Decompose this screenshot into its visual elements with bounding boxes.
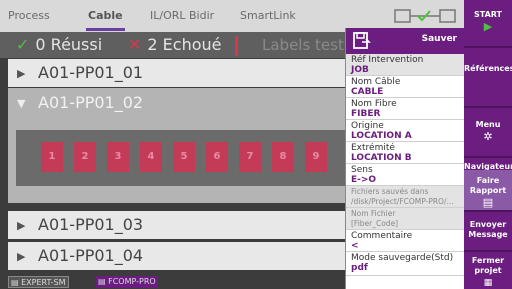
right-sidebar: START ▶ Références Menu ✲ Navigateur de …: [464, 0, 512, 289]
cable-connection-icon: [394, 9, 456, 23]
expand-arrow-icon: ▶: [17, 67, 26, 80]
fiber-row-03[interactable]: ▶ A01-PP01_03: [8, 211, 345, 239]
grid-icon: ▦: [483, 278, 493, 288]
row-name: A01-PP01_04: [38, 246, 144, 265]
field-saved-files-dir: Fichiers sauvés dans /disk/Project/FCOMP…: [346, 186, 465, 208]
close-project-button[interactable]: Fermer projet ▦: [464, 252, 512, 289]
save-icon: [353, 32, 371, 49]
expand-arrow-icon: ▶: [17, 250, 26, 263]
field-cable-name[interactable]: Nom Câble CABLE: [346, 76, 465, 98]
row-name: A01-PP01_01: [38, 63, 144, 82]
fiber-strip: 1 2 3 4 5 6 7 8 9: [16, 130, 345, 186]
fiber-row-02-details: 1 2 3 4 5 6 7 8 9: [8, 118, 345, 203]
test-status-bar: ✓ 0 Réussi ✕ 2 Echoué Labels test: [0, 32, 345, 58]
collapse-arrow-icon: ▼: [17, 97, 26, 110]
field-ref-intervention[interactable]: Réf Intervention JOB: [346, 54, 465, 76]
field-save-mode[interactable]: Mode sauvegarde(Std) pdf: [346, 252, 465, 276]
expand-arrow-icon: ▶: [17, 219, 26, 232]
fiber-cell[interactable]: 3: [107, 142, 129, 172]
fiber-cell[interactable]: 8: [272, 142, 294, 172]
tab-il-orl-bidir[interactable]: IL/ORL Bidir: [150, 9, 214, 22]
send-message-button[interactable]: Envoyer Message: [464, 212, 512, 252]
tab-process[interactable]: Process: [8, 9, 50, 22]
save-label: Sauver: [421, 34, 457, 44]
field-comment[interactable]: Commentaire <: [346, 230, 465, 252]
fiber-cell[interactable]: 5: [173, 142, 195, 172]
fcomp-pro-tag: ▤ FCOMP-PRO: [96, 276, 158, 288]
fiber-cell[interactable]: 6: [206, 142, 228, 172]
menu-button[interactable]: Menu ✲: [464, 108, 512, 158]
fiber-row-04[interactable]: ▶ A01-PP01_04: [8, 242, 345, 270]
failed-count: ✕ 2 Echoué: [128, 35, 222, 54]
report-icon: ▤: [482, 196, 494, 209]
references-button[interactable]: Références: [464, 48, 512, 108]
start-button[interactable]: START ▶: [464, 0, 512, 48]
field-direction[interactable]: Sens E->O: [346, 164, 465, 186]
passed-count: ✓ 0 Réussi: [16, 35, 103, 54]
fiber-cell[interactable]: 2: [74, 142, 96, 172]
fiber-row-01[interactable]: ▶ A01-PP01_01: [8, 59, 345, 87]
fiber-cell[interactable]: 7: [239, 142, 261, 172]
tab-cable[interactable]: Cable: [86, 9, 125, 31]
gear-icon: ✲: [483, 130, 493, 143]
make-report-button[interactable]: Faire Rapport ▤: [464, 170, 512, 212]
check-icon: ✓: [16, 35, 30, 54]
fiber-cell[interactable]: 4: [140, 142, 162, 172]
field-fiber-name[interactable]: Nom Fibre FIBER: [346, 98, 465, 120]
row-name: A01-PP01_03: [38, 215, 144, 234]
tab-smartlink[interactable]: SmartLink: [240, 9, 296, 22]
field-origin[interactable]: Origine LOCATION A: [346, 120, 465, 142]
fiber-row-02[interactable]: ▼ A01-PP01_02: [8, 88, 345, 118]
cross-icon: ✕: [128, 35, 142, 54]
play-icon: ▶: [483, 20, 493, 33]
fiber-cell[interactable]: 9: [305, 142, 327, 172]
field-file-name: Nom Fichier [Fiber_Code]: [346, 208, 465, 230]
fiber-cell[interactable]: 1: [41, 142, 63, 172]
labels-test-text: Labels test: [262, 36, 344, 54]
save-button[interactable]: Sauver: [346, 28, 465, 54]
row-name: A01-PP01_02: [38, 93, 144, 112]
status-divider: [235, 36, 238, 56]
field-extremity[interactable]: Extrémité LOCATION B: [346, 142, 465, 164]
save-options-panel: Sauver Réf Intervention JOB Nom Câble CA…: [345, 28, 465, 289]
expert-sm-tag: ▤ EXPERT-SM: [8, 276, 69, 288]
